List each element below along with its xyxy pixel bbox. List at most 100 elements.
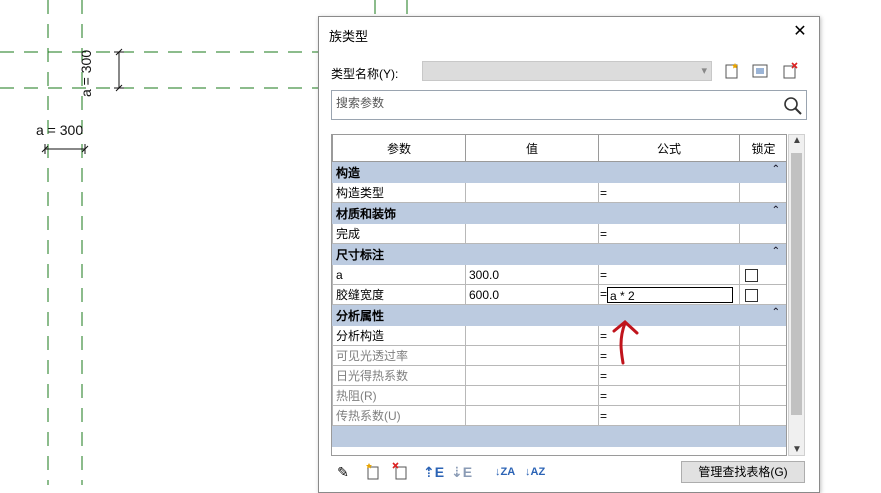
chevron-down-icon: ▾ — [701, 65, 707, 77]
formula-equals: = — [600, 286, 608, 301]
group-name: 分析属性 — [336, 308, 385, 323]
collapse-icon[interactable]: ⌃ — [772, 307, 780, 318]
type-name-select[interactable]: ▾ — [422, 61, 712, 81]
new-parameter-icon[interactable] — [363, 462, 383, 482]
dialog-title: 族类型 — [329, 29, 369, 44]
parameter-name[interactable]: 热阻(R) — [332, 385, 466, 406]
parameter-name[interactable]: 构造类型 — [332, 182, 466, 203]
search-input[interactable]: 搜索参数 — [331, 90, 807, 120]
parameter-name[interactable]: 传热系数(U) — [332, 405, 466, 426]
formula-equals: = — [600, 368, 608, 383]
new-type-icon[interactable] — [723, 62, 741, 80]
collapse-icon[interactable]: ⌃ — [772, 205, 780, 216]
parameter-value[interactable] — [465, 182, 599, 203]
formula-equals: = — [600, 388, 608, 403]
annotation-arrow — [612, 320, 639, 365]
parameter-formula[interactable]: = — [598, 264, 740, 285]
parameter-name[interactable]: 胶缝宽度 — [332, 284, 466, 305]
sort-descending-icon[interactable]: ↓AZ — [525, 462, 545, 482]
column-header-param[interactable]: 参数 — [332, 135, 466, 162]
parameter-row: 分析构造 = — [332, 325, 786, 346]
table-header-row: 参数 值 公式 锁定 — [332, 135, 786, 162]
group-header-row-partial[interactable] — [332, 425, 786, 447]
type-name-label: 类型名称(Y): — [331, 67, 399, 81]
scrollbar-thumb[interactable] — [791, 153, 802, 415]
parameter-name[interactable]: 日光得热系数 — [332, 365, 466, 386]
rename-type-icon[interactable] — [751, 62, 769, 80]
vertical-scrollbar[interactable]: ▲ ▼ — [788, 134, 805, 456]
dimension-vertical — [114, 48, 124, 92]
parameter-formula[interactable]: = — [598, 182, 740, 203]
scroll-down-icon[interactable]: ▼ — [792, 444, 802, 455]
formula-input[interactable]: a * 2 — [607, 286, 734, 303]
parameters-table: 参数 值 公式 锁定 构造 ⌃ 构造类型 = 材质和装饰 ⌃ 完成 = 尺寸标注 ⌃ a 300.0 =… — [331, 134, 787, 456]
sort-ascending-icon[interactable]: ↓ZA — [495, 462, 515, 482]
parameter-row: 构造类型 = — [332, 182, 786, 203]
parameter-name[interactable]: a — [332, 264, 466, 285]
close-button[interactable]: ✕ — [789, 21, 811, 43]
parameter-row: 传热系数(U) = — [332, 405, 786, 426]
move-down-icon[interactable]: ⇣E — [451, 462, 472, 482]
group-name: 尺寸标注 — [336, 247, 385, 262]
parameter-formula[interactable]: = — [598, 385, 740, 406]
group-header-row[interactable]: 构造 ⌃ — [332, 161, 786, 183]
dimension-vertical-label: a = 300 — [78, 49, 94, 97]
dimension-horizontal — [41, 144, 89, 154]
parameter-formula[interactable]: = a * 2 — [598, 284, 740, 305]
parameter-lock-cell — [739, 264, 786, 285]
search-icon[interactable] — [782, 95, 804, 117]
edit-parameter-icon[interactable]: ✎ — [333, 462, 353, 482]
group-name: 材质和装饰 — [336, 206, 397, 221]
parameter-name[interactable]: 可见光透过率 — [332, 345, 466, 366]
formula-equals: = — [600, 408, 608, 423]
move-up-icon[interactable]: ⇡E — [423, 462, 444, 482]
parameter-lock-cell — [739, 325, 786, 346]
parameter-formula[interactable]: = — [598, 223, 740, 244]
column-header-value[interactable]: 值 — [465, 135, 599, 162]
parameter-value[interactable] — [465, 325, 599, 346]
delete-parameter-icon[interactable] — [391, 462, 411, 482]
lock-checkbox[interactable] — [745, 288, 758, 302]
parameter-lock-cell — [739, 405, 786, 426]
collapse-icon[interactable]: ⌃ — [772, 246, 780, 257]
group-header-row[interactable]: 分析属性 ⌃ — [332, 304, 786, 326]
parameter-lock-cell — [739, 223, 786, 244]
family-types-dialog: 族类型 ✕ 类型名称(Y): ▾ 搜索参数 参数 值 公式 锁定 构造 ⌃ 构造… — [318, 16, 820, 493]
formula-equals: = — [600, 267, 608, 282]
column-header-lock[interactable]: 锁定 — [739, 135, 786, 162]
dimension-horizontal-label: a = 300 — [36, 122, 84, 138]
parameter-row: 完成 = — [332, 223, 786, 244]
parameter-value[interactable] — [465, 365, 599, 386]
parameter-lock-cell — [739, 365, 786, 386]
parameter-formula[interactable]: = — [598, 405, 740, 426]
collapse-icon[interactable]: ⌃ — [772, 164, 780, 175]
formula-equals: = — [600, 185, 608, 200]
group-header-row[interactable]: 尺寸标注 ⌃ — [332, 243, 786, 265]
delete-type-icon[interactable] — [781, 62, 799, 80]
parameter-lock-cell — [739, 385, 786, 406]
lock-checkbox[interactable] — [745, 268, 758, 282]
parameter-name[interactable]: 分析构造 — [332, 325, 466, 346]
search-placeholder: 搜索参数 — [336, 96, 385, 110]
parameter-row: 胶缝宽度 600.0 = a * 2 — [332, 284, 786, 305]
parameter-row: 日光得热系数 = — [332, 365, 786, 386]
parameter-value[interactable] — [465, 223, 599, 244]
parameter-value[interactable] — [465, 405, 599, 426]
group-header-row[interactable]: 材质和装饰 ⌃ — [332, 202, 786, 224]
scroll-up-icon[interactable]: ▲ — [792, 135, 802, 146]
parameter-lock-cell — [739, 345, 786, 366]
column-header-formula[interactable]: 公式 — [598, 135, 740, 162]
parameter-value[interactable]: 600.0 — [465, 284, 599, 305]
parameter-value[interactable] — [465, 385, 599, 406]
manage-lookup-tables-button[interactable]: 管理查找表格(G) — [681, 461, 805, 483]
parameter-value[interactable]: 300.0 — [465, 264, 599, 285]
parameter-row: 可见光透过率 = — [332, 345, 786, 366]
parameter-row: a 300.0 = — [332, 264, 786, 285]
parameter-row: 热阻(R) = — [332, 385, 786, 406]
parameter-lock-cell — [739, 182, 786, 203]
group-name: 构造 — [336, 165, 361, 180]
parameter-value[interactable] — [465, 345, 599, 366]
parameter-name[interactable]: 完成 — [332, 223, 466, 244]
parameters-body: 构造 ⌃ 构造类型 = 材质和装饰 ⌃ 完成 = 尺寸标注 ⌃ a 300.0 = 胶缝宽度 600.0 = a… — [332, 161, 786, 447]
formula-equals: = — [600, 328, 608, 343]
